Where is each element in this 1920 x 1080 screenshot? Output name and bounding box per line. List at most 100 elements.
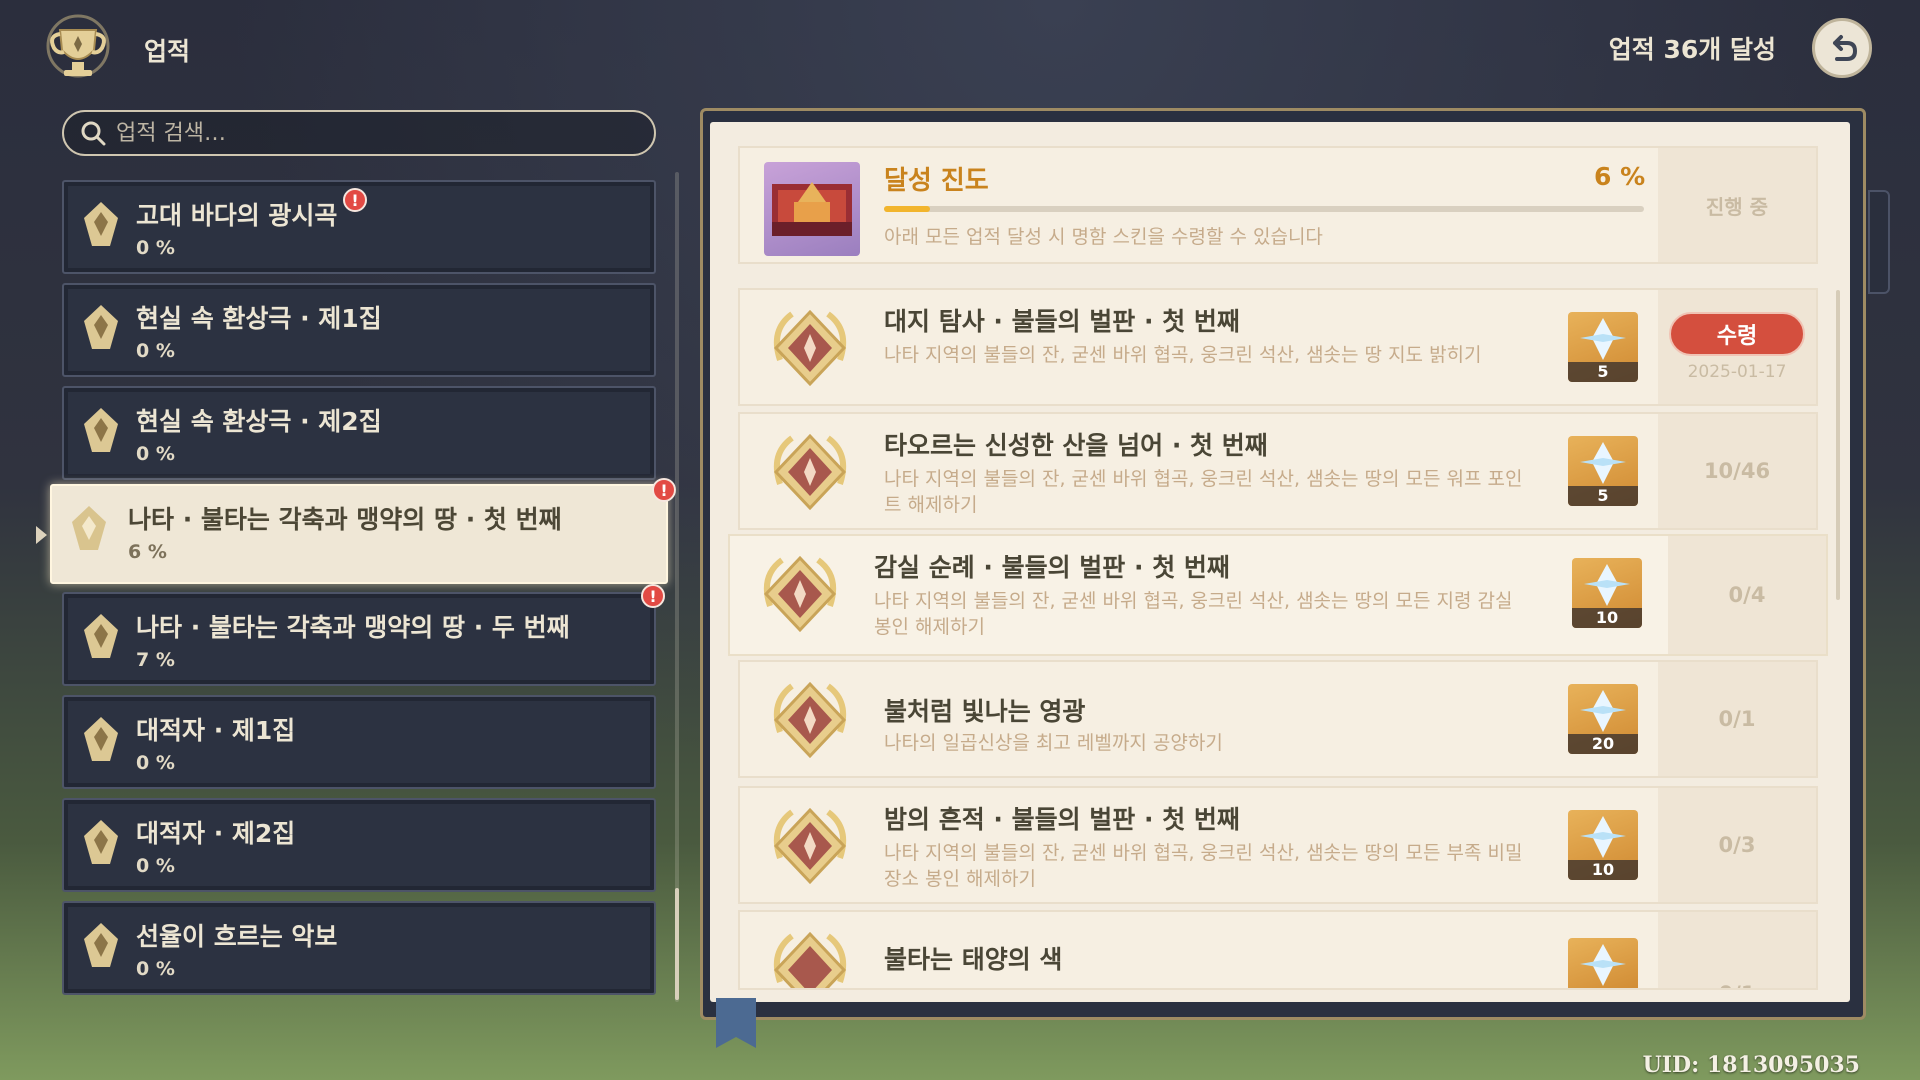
- category-name: 나타 · 불타는 각축과 맹약의 땅 · 두 번째: [136, 613, 570, 642]
- category-percent: 0 %: [136, 237, 175, 259]
- achievement-title: 불타는 태양의 색: [884, 945, 1063, 974]
- category-emblem-icon: [84, 305, 118, 349]
- category-percent: 0 %: [136, 443, 175, 465]
- summary-percent: 6 %: [1594, 162, 1646, 191]
- category-item[interactable]: 나타 · 불타는 각축과 맹약의 땅 · 두 번째 7 %: [62, 592, 656, 686]
- achievement-title: 불처럼 빛나는 영광: [884, 697, 1086, 726]
- reward-item: 10: [1572, 558, 1642, 628]
- sidebar-scrollbar-thumb[interactable]: [675, 888, 679, 1000]
- reward-count: 5: [1568, 486, 1638, 506]
- summary-card: 달성 진도 6 % 아래 모든 업적 달성 시 명함 스킨을 수령할 수 있습니…: [738, 146, 1818, 264]
- selected-indicator: [36, 526, 47, 544]
- content-scrollbar[interactable]: [1836, 290, 1840, 600]
- trophy-icon: [46, 14, 110, 78]
- category-item-selected[interactable]: 나타 · 불타는 각축과 맹약의 땅 · 첫 번째 6 %: [50, 484, 668, 584]
- namecard-image: [764, 162, 860, 256]
- category-name: 고대 바다의 광시곡: [136, 201, 338, 230]
- category-percent: 0 %: [136, 855, 175, 877]
- reward-item: 20: [1568, 684, 1638, 754]
- achievement-progress: 10/46: [1703, 459, 1771, 483]
- primogem-icon: [1584, 564, 1630, 606]
- summary-title: 달성 진도: [884, 166, 989, 196]
- summary-description: 아래 모든 업적 달성 시 명함 스킨을 수령할 수 있습니다: [884, 226, 1323, 248]
- search-icon: [81, 121, 106, 146]
- reward-count: 20: [1568, 734, 1638, 754]
- primogem-icon: [1580, 442, 1626, 484]
- book-side-tab: [1868, 190, 1890, 294]
- claim-button[interactable]: 수령: [1669, 312, 1805, 356]
- achievement-badge-icon: [773, 931, 847, 988]
- back-arrow-icon: [1833, 35, 1858, 61]
- achievement-description: 나타 지역의 불들의 잔, 굳센 바위 협곡, 웅크린 석산, 샘솟는 땅의 모…: [884, 468, 1523, 516]
- achievement-row: 감실 순례 · 불들의 벌판 · 첫 번째 나타 지역의 불들의 잔, 굳센 바…: [728, 534, 1828, 656]
- category-name: 현실 속 환상극 · 제1집: [136, 304, 382, 333]
- category-emblem-icon: [84, 717, 118, 761]
- category-item[interactable]: 현실 속 환상극 · 제2집 0 %: [62, 386, 656, 480]
- search-bar[interactable]: [62, 110, 656, 156]
- primogem-icon: [1580, 816, 1626, 858]
- category-item[interactable]: 선율이 흐르는 악보 0 %: [62, 901, 656, 995]
- achievement-badge-icon: [773, 309, 847, 387]
- category-percent: 6 %: [128, 541, 167, 563]
- category-percent: 7 %: [136, 649, 175, 671]
- category-item[interactable]: 대적자 · 제2집 0 %: [62, 798, 656, 892]
- achievement-description: 나타 지역의 불들의 잔, 굳센 바위 협곡, 웅크린 석산, 샘솟는 땅의 모…: [874, 590, 1513, 638]
- category-emblem-icon: [72, 506, 106, 550]
- achievement-row: 타오르는 신성한 산을 넘어 · 첫 번째 나타 지역의 불들의 잔, 굳센 바…: [738, 412, 1818, 530]
- achievement-badge-icon: [773, 807, 847, 885]
- achievement-description: 나타의 일곱신상을 최고 레벨까지 공양하기: [884, 732, 1223, 754]
- achievement-row: 밤의 흔적 · 불들의 벌판 · 첫 번째 나타 지역의 불들의 잔, 굳센 바…: [738, 786, 1818, 904]
- category-percent: 0 %: [136, 752, 175, 774]
- category-emblem-icon: [84, 202, 118, 246]
- primogem-icon: [1580, 318, 1626, 360]
- reward-item: [1568, 938, 1638, 988]
- reward-count: 10: [1568, 860, 1638, 880]
- achievement-badge-icon: [773, 681, 847, 759]
- category-emblem-icon: [84, 820, 118, 864]
- achievement-row: 대지 탐사 · 불들의 벌판 · 첫 번째 나타 지역의 불들의 잔, 굳센 바…: [738, 288, 1818, 406]
- achievement-row: 불타는 태양의 색 0/1: [738, 910, 1818, 990]
- search-input[interactable]: [116, 120, 636, 146]
- summary-progress-bar: [884, 206, 1644, 212]
- sidebar-scrollbar[interactable]: [675, 172, 679, 1002]
- uid-label: UID: 1813095035: [1642, 1052, 1860, 1078]
- achievement-title: 대지 탐사 · 불들의 벌판 · 첫 번째: [884, 307, 1240, 336]
- primogem-icon: [1580, 944, 1626, 986]
- category-emblem-icon: [84, 614, 118, 658]
- bookmark-ribbon: [716, 998, 756, 1048]
- notice-badge: !: [652, 478, 676, 502]
- reward-item: 10: [1568, 810, 1638, 880]
- achievement-progress: 0/3: [1718, 833, 1756, 857]
- notice-badge: !: [641, 584, 665, 608]
- achievement-badge-icon: [763, 555, 837, 633]
- back-button[interactable]: [1812, 18, 1872, 78]
- summary-status: 진행 중: [1705, 194, 1769, 219]
- category-name: 현실 속 환상극 · 제2집: [136, 407, 382, 436]
- category-item[interactable]: 현실 속 환상극 · 제1집 0 %: [62, 283, 656, 377]
- category-percent: 0 %: [136, 958, 175, 980]
- category-emblem-icon: [84, 923, 118, 967]
- category-emblem-icon: [84, 408, 118, 452]
- achievement-description: 나타 지역의 불들의 잔, 굳센 바위 협곡, 웅크린 석산, 샘솟는 땅 지도…: [884, 344, 1482, 366]
- achievement-progress: 0/1: [1719, 982, 1756, 988]
- reward-count: 5: [1568, 362, 1638, 382]
- notice-badge: !: [343, 188, 367, 212]
- reward-count: 10: [1572, 608, 1642, 628]
- achievement-progress: 0/1: [1718, 707, 1756, 731]
- reward-item: 5: [1568, 312, 1638, 382]
- category-percent: 0 %: [136, 340, 175, 362]
- achievement-title: 밤의 흔적 · 불들의 벌판 · 첫 번째: [884, 805, 1240, 834]
- category-name: 선율이 흐르는 악보: [136, 922, 338, 951]
- page-title: 업적: [144, 37, 191, 66]
- achievement-badge-icon: [773, 433, 847, 511]
- category-item[interactable]: 대적자 · 제1집 0 %: [62, 695, 656, 789]
- achievement-row: 불처럼 빛나는 영광 나타의 일곱신상을 최고 레벨까지 공양하기 20 0/1: [738, 660, 1818, 778]
- category-name: 대적자 · 제2집: [136, 819, 296, 848]
- reward-item: 5: [1568, 436, 1638, 506]
- summary-progress-fill: [884, 206, 930, 212]
- category-name: 나타 · 불타는 각축과 맹약의 땅 · 첫 번째: [128, 505, 562, 534]
- primogem-icon: [1580, 690, 1626, 732]
- achievement-progress: 0/4: [1728, 583, 1766, 607]
- category-name: 대적자 · 제1집: [136, 716, 296, 745]
- achievement-count: 업적 36개 달성: [1608, 35, 1776, 64]
